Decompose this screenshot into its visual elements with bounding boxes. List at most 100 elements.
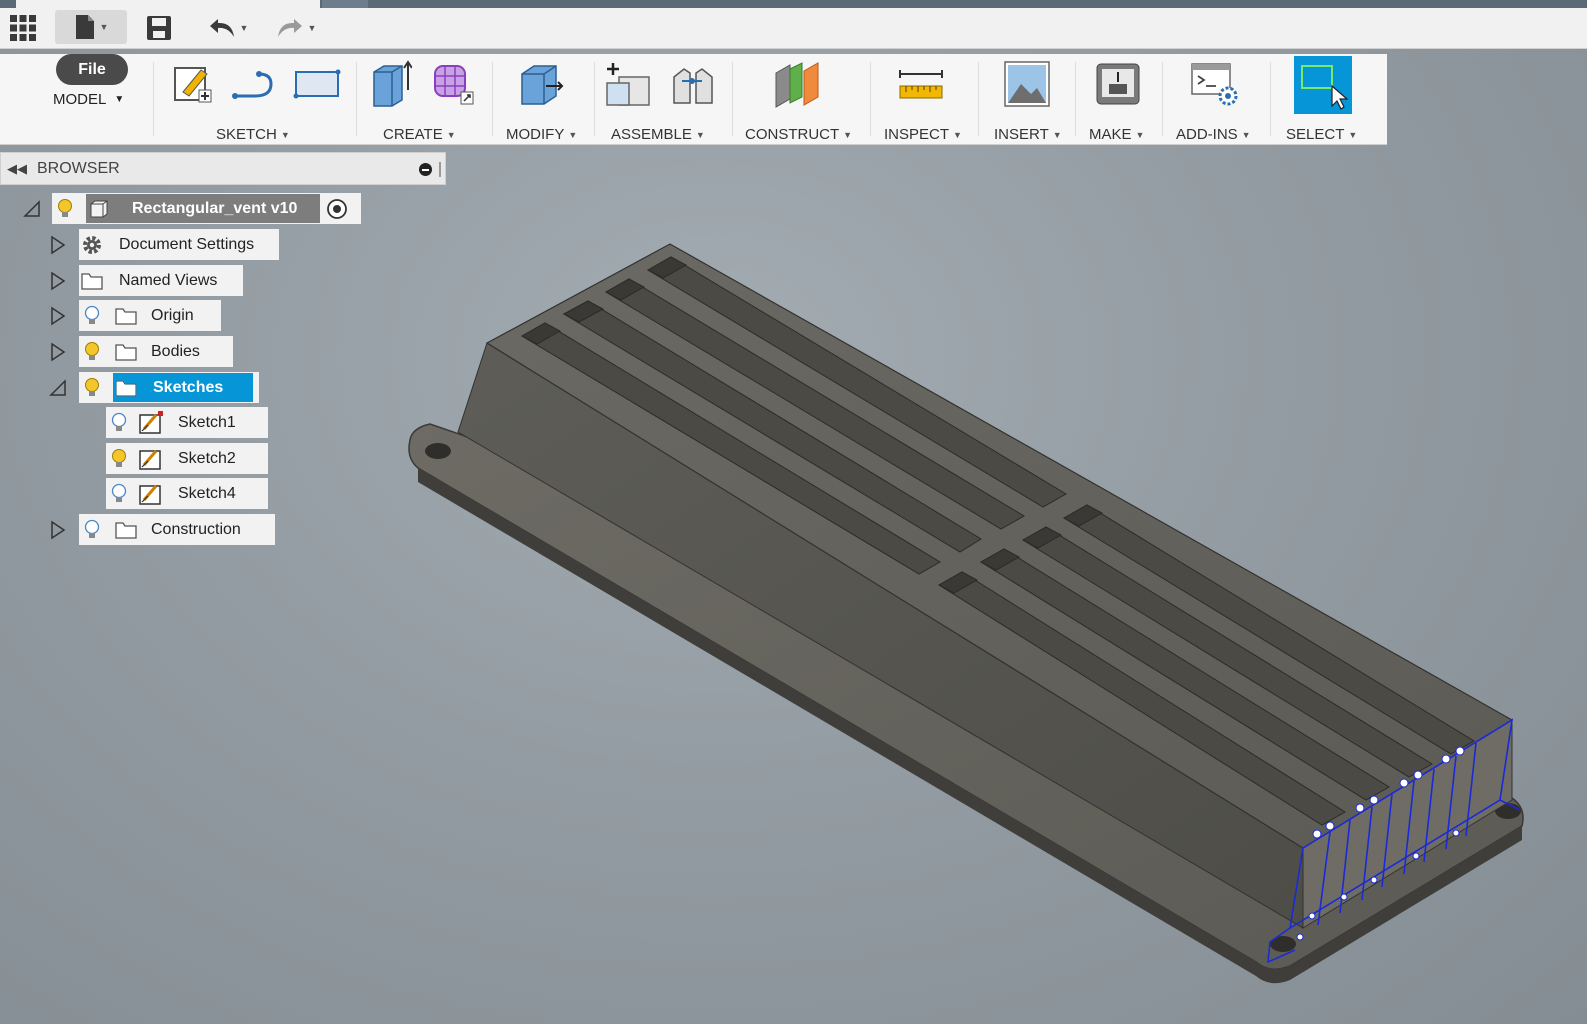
extrude-button[interactable]: [365, 60, 415, 108]
joint-button[interactable]: [668, 60, 718, 108]
file-menu-button[interactable]: ▼: [55, 10, 127, 44]
lightbulb-off-icon[interactable]: [106, 411, 132, 435]
browser-node-construction[interactable]: Construction: [79, 514, 275, 545]
browser-node-document-settings[interactable]: Document Settings: [79, 229, 279, 260]
select-menu[interactable]: SELECT ▼: [1286, 126, 1357, 143]
offset-plane-button[interactable]: [772, 60, 822, 108]
new-component-button[interactable]: [603, 60, 653, 108]
application-bar: ▼ ▼ ▼: [0, 0, 1587, 49]
expand-arrow-icon[interactable]: [48, 271, 68, 291]
ribbon-divider: [732, 62, 733, 136]
chevron-down-icon: ▼: [1135, 129, 1145, 140]
browser-title: BROWSER: [37, 160, 120, 177]
print-3d-icon: [1096, 63, 1140, 105]
inspect-menu[interactable]: INSPECT ▼: [884, 126, 962, 143]
press-pull-icon: [521, 65, 564, 105]
redo-button[interactable]: ▼: [268, 12, 324, 44]
browser-node-bodies[interactable]: Bodies: [79, 336, 233, 367]
node-label: Named Views: [119, 271, 218, 289]
chevron-down-icon: ▼: [1052, 129, 1062, 140]
rectangle-icon: [293, 69, 341, 99]
scripts-addins-button[interactable]: [1190, 60, 1240, 108]
browser-node-sketches[interactable]: Sketches: [79, 372, 259, 403]
folder-icon: [113, 376, 139, 400]
group-label: INSERT: [994, 126, 1049, 143]
measure-icon: [899, 70, 943, 99]
ribbon-divider: [870, 62, 871, 136]
folder-icon: [113, 340, 139, 364]
extrude-icon: [373, 60, 412, 107]
workspace-switcher[interactable]: MODEL ▼: [53, 91, 124, 108]
expand-arrow-icon[interactable]: [48, 520, 68, 540]
collapse-arrow-icon[interactable]: [48, 378, 68, 398]
lightbulb-on-icon[interactable]: [79, 376, 105, 400]
sketch-menu[interactable]: SKETCH ▼: [216, 126, 290, 143]
document-tab-strip: [0, 0, 1587, 8]
ribbon-divider: [1162, 62, 1163, 136]
lightbulb-on-icon[interactable]: [106, 447, 132, 471]
node-label: Document Settings: [119, 235, 255, 253]
joint-icon: [673, 68, 713, 104]
expand-arrow-icon[interactable]: [48, 342, 68, 362]
selected-node-label[interactable]: Sketches: [113, 373, 253, 402]
expand-arrow-icon[interactable]: [48, 235, 68, 255]
panel-grip-icon[interactable]: [439, 162, 441, 177]
construct-menu[interactable]: CONSTRUCT ▼: [745, 126, 852, 143]
insert-image-button[interactable]: [1002, 60, 1052, 108]
insert-menu[interactable]: INSERT ▼: [994, 126, 1062, 143]
undo-button[interactable]: ▼: [200, 12, 256, 44]
chevron-down-icon: ▼: [695, 129, 705, 140]
chevron-down-icon: ▼: [280, 129, 290, 140]
browser-node-sketch2[interactable]: Sketch2: [106, 443, 268, 474]
redo-icon: [277, 19, 302, 37]
modify-menu[interactable]: MODIFY ▼: [506, 126, 577, 143]
select-button[interactable]: [1294, 56, 1352, 114]
browser-root-node[interactable]: Rectangular_vent v10: [52, 193, 361, 224]
create-form-button[interactable]: [428, 60, 478, 108]
addins-menu[interactable]: ADD-INS ▼: [1176, 126, 1251, 143]
document-name: Rectangular_vent v10: [132, 199, 298, 217]
node-label: Construction: [151, 520, 241, 538]
line-icon: [232, 71, 273, 99]
expand-arrow-icon[interactable]: [48, 306, 68, 326]
workspace-label: MODEL: [53, 91, 107, 108]
data-panel-button[interactable]: [6, 12, 40, 44]
activate-radio-icon[interactable]: [324, 197, 350, 221]
group-label: MAKE: [1089, 126, 1132, 143]
lightbulb-on-icon[interactable]: [79, 340, 105, 364]
chevron-down-icon: ▼: [843, 129, 853, 140]
press-pull-button[interactable]: [515, 60, 565, 108]
collapse-arrow-icon[interactable]: [22, 199, 42, 219]
lightbulb-on-icon[interactable]: [52, 197, 78, 221]
chevron-down-icon: ▼: [307, 23, 317, 33]
document-tab[interactable]: [16, 0, 320, 8]
root-component-label[interactable]: Rectangular_vent v10: [86, 194, 320, 223]
measure-button[interactable]: [896, 60, 946, 108]
group-label: CREATE: [383, 126, 443, 143]
chevron-down-icon: ▼: [114, 94, 125, 105]
new-tab-button[interactable]: [322, 0, 368, 8]
lightbulb-off-icon[interactable]: [106, 482, 132, 506]
lightbulb-off-icon[interactable]: [79, 518, 105, 542]
lightbulb-off-icon[interactable]: [79, 304, 105, 328]
browser-node-origin[interactable]: Origin: [79, 300, 221, 331]
collapse-panel-icon[interactable]: ◀◀: [7, 161, 27, 177]
create-menu[interactable]: CREATE ▼: [383, 126, 456, 143]
assemble-menu[interactable]: ASSEMBLE ▼: [611, 126, 705, 143]
browser-node-sketch1[interactable]: Sketch1: [106, 407, 268, 438]
save-button[interactable]: [142, 12, 176, 44]
folder-icon: [113, 518, 139, 542]
pin-icon[interactable]: [419, 163, 432, 176]
rectangle-tool-button[interactable]: [292, 60, 342, 108]
create-sketch-button[interactable]: [168, 60, 218, 108]
3d-print-button[interactable]: [1093, 60, 1143, 108]
node-label: Sketch2: [178, 449, 236, 467]
browser-node-sketch4[interactable]: Sketch4: [106, 478, 268, 509]
browser-node-named-views[interactable]: Named Views: [79, 265, 243, 296]
new-component-icon: [606, 63, 650, 106]
file-button[interactable]: File: [56, 54, 128, 85]
group-label: ASSEMBLE: [611, 126, 692, 143]
insert-image-icon: [1004, 61, 1050, 107]
line-tool-button[interactable]: [228, 60, 278, 108]
make-menu[interactable]: MAKE ▼: [1089, 126, 1144, 143]
